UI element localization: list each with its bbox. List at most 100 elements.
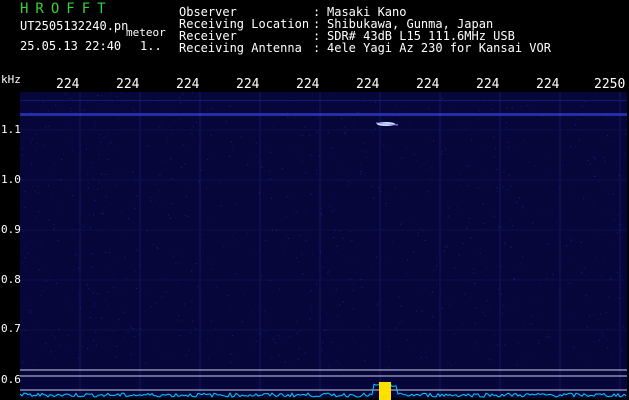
noise-speck — [420, 227, 422, 229]
noise-speck — [272, 338, 274, 340]
noise-speck — [375, 256, 377, 258]
plot-background — [20, 92, 627, 398]
noise-speck — [37, 192, 39, 194]
noise-speck — [192, 320, 194, 322]
noise-speck — [351, 240, 353, 241]
noise-speck — [52, 229, 54, 231]
noise-speck — [344, 133, 346, 134]
noise-speck — [610, 141, 612, 142]
noise-speck — [299, 330, 300, 332]
noise-speck — [78, 267, 80, 269]
noise-speck — [450, 109, 452, 111]
noise-speck — [392, 241, 394, 243]
noise-speck — [532, 315, 534, 317]
noise-speck — [399, 223, 401, 225]
noise-speck — [445, 148, 447, 150]
noise-speck — [585, 295, 587, 297]
noise-speck — [570, 146, 572, 148]
noise-speck — [65, 187, 67, 189]
noise-speck — [333, 193, 335, 195]
noise-speck — [569, 313, 571, 314]
noise-speck — [259, 122, 261, 124]
noise-speck — [73, 269, 75, 271]
noise-speck — [501, 313, 503, 315]
noise-speck — [516, 303, 518, 305]
noise-speck — [191, 133, 193, 135]
noise-speck — [101, 95, 102, 97]
noise-speck — [488, 189, 490, 191]
noise-speck — [595, 175, 597, 177]
noise-speck — [41, 268, 43, 270]
noise-speck — [172, 255, 174, 257]
y-tick-label: 0.6 — [1, 373, 21, 386]
noise-speck — [128, 331, 129, 333]
noise-speck — [171, 178, 173, 179]
noise-speck — [606, 338, 608, 340]
noise-speck — [552, 274, 554, 275]
noise-speck — [255, 340, 257, 342]
noise-speck — [600, 313, 602, 315]
noise-speck — [329, 95, 330, 97]
noise-speck — [385, 202, 387, 204]
noise-speck — [126, 278, 128, 279]
noise-speck — [103, 225, 105, 227]
noise-speck — [112, 132, 114, 134]
noise-speck — [377, 303, 379, 305]
noise-speck — [77, 254, 79, 256]
noise-speck — [148, 145, 149, 147]
meta-label: Receiving Antenna — [179, 41, 302, 55]
noise-speck — [78, 357, 79, 359]
noise-speck — [409, 351, 411, 353]
noise-speck — [496, 169, 498, 170]
x-tick-label: 224 — [116, 77, 140, 92]
noise-speck — [40, 295, 41, 297]
noise-speck — [321, 350, 323, 352]
noise-speck — [38, 211, 40, 212]
noise-speck — [106, 291, 108, 293]
noise-speck — [23, 231, 24, 233]
noise-speck — [177, 319, 179, 321]
noise-speck — [75, 215, 77, 217]
noise-speck — [478, 118, 480, 120]
noise-speck — [158, 126, 160, 128]
noise-speck — [422, 230, 423, 231]
noise-speck — [400, 321, 402, 323]
noise-speck — [618, 175, 620, 177]
noise-speck — [86, 347, 88, 349]
noise-speck — [388, 367, 390, 369]
noise-speck — [584, 275, 586, 277]
noise-speck — [619, 267, 621, 269]
noise-speck — [70, 108, 72, 110]
noise-speck — [215, 286, 217, 288]
noise-speck — [340, 326, 342, 328]
noise-speck — [243, 294, 245, 296]
noise-speck — [176, 282, 178, 284]
noise-speck — [538, 340, 540, 342]
noise-speck — [547, 243, 548, 245]
noise-speck — [71, 304, 73, 306]
noise-speck — [232, 146, 234, 148]
noise-speck — [24, 191, 26, 193]
noise-speck — [508, 146, 510, 148]
noise-speck — [194, 327, 196, 329]
noise-speck — [482, 99, 484, 100]
noise-speck — [192, 126, 194, 128]
noise-speck — [92, 340, 94, 342]
noise-speck — [24, 257, 26, 259]
noise-speck — [420, 332, 422, 333]
noise-speck — [329, 158, 331, 160]
noise-speck — [581, 105, 583, 107]
noise-speck — [54, 337, 56, 339]
noise-speck — [144, 287, 146, 289]
noise-speck — [467, 185, 469, 187]
noise-speck — [258, 249, 260, 251]
noise-speck — [347, 185, 349, 187]
noise-speck — [592, 201, 594, 203]
noise-speck — [168, 125, 170, 127]
noise-speck — [202, 292, 204, 293]
noise-speck — [486, 300, 488, 302]
noise-speck — [327, 132, 329, 134]
noise-speck — [482, 311, 484, 313]
noise-speck — [373, 197, 374, 199]
noise-speck — [395, 104, 396, 106]
